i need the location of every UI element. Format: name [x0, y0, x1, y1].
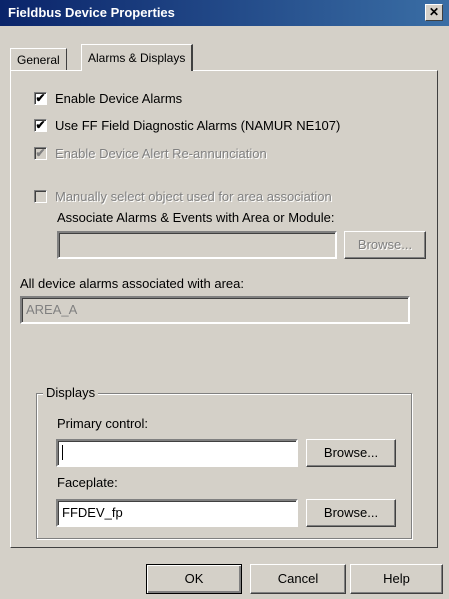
displays-group-title: Displays	[43, 385, 99, 400]
area-field[interactable]: AREA_A	[20, 296, 410, 324]
use-ff-diagnostic-alarms-label: Use FF Field Diagnostic Alarms (NAMUR NE…	[55, 118, 341, 133]
tab-panel-alarms-displays: ✔ Enable Device Alarms ✔ Use FF Field Di…	[10, 70, 438, 548]
enable-device-alarms-checkbox[interactable]: ✔	[34, 92, 47, 105]
area-label: All device alarms associated with area:	[20, 276, 244, 291]
associate-area-field[interactable]	[57, 231, 337, 259]
cancel-button[interactable]: Cancel	[250, 564, 346, 594]
faceplate-field[interactable]: FFDEV_fp	[56, 499, 298, 527]
associate-browse-button[interactable]: Browse...	[344, 231, 426, 259]
title-bar: Fieldbus Device Properties ✕	[0, 0, 449, 26]
help-button[interactable]: Help	[350, 564, 443, 594]
tab-alarms-displays[interactable]: Alarms & Displays	[81, 44, 194, 71]
faceplate-browse-button[interactable]: Browse...	[306, 499, 396, 527]
use-ff-diagnostic-alarms-checkbox[interactable]: ✔	[34, 119, 47, 132]
associate-label: Associate Alarms & Events with Area or M…	[57, 210, 335, 225]
reannunciation-checkbox[interactable]: ✔	[34, 147, 47, 160]
faceplate-label: Faceplate:	[57, 475, 118, 490]
text-caret	[62, 445, 63, 460]
reannunciation-label: Enable Device Alert Re-annunciation	[55, 146, 267, 161]
close-button[interactable]: ✕	[425, 4, 443, 21]
window-title: Fieldbus Device Properties	[8, 5, 175, 20]
primary-browse-button[interactable]: Browse...	[306, 439, 396, 467]
enable-device-alarms-label: Enable Device Alarms	[55, 91, 183, 106]
manual-select-checkbox[interactable]	[34, 190, 47, 203]
primary-control-label: Primary control:	[57, 416, 149, 431]
primary-control-field[interactable]	[56, 439, 298, 467]
tab-general[interactable]: General	[10, 48, 67, 70]
manual-select-label: Manually select object used for area ass…	[55, 189, 332, 204]
close-icon: ✕	[428, 5, 440, 19]
fieldbus-properties-dialog: Fieldbus Device Properties ✕ General Ala…	[0, 0, 449, 599]
ok-button[interactable]: OK	[146, 564, 242, 594]
